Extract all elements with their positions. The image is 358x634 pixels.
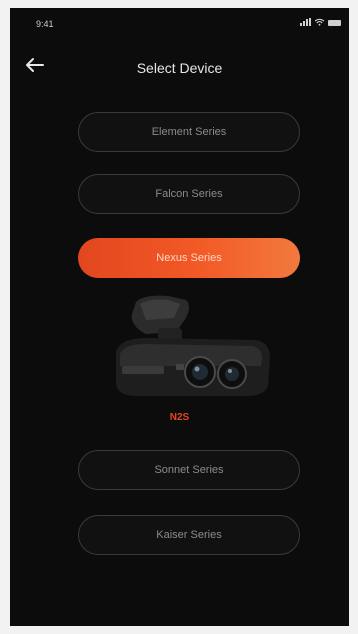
selected-model-label: N2S (169, 412, 190, 423)
series-button-element[interactable]: Element Series (78, 112, 300, 152)
battery-icon (328, 20, 341, 26)
status-icons (300, 18, 341, 26)
wifi-icon (315, 18, 324, 26)
series-button-falcon[interactable]: Falcon Series (78, 174, 300, 214)
status-bar: 9:41 (10, 8, 349, 38)
page-title: Select Device (136, 60, 223, 76)
series-button-nexus[interactable]: Nexus Series (78, 238, 300, 278)
header: Select Device (10, 46, 349, 86)
status-time: 9:41 (36, 19, 54, 29)
series-button-sonnet[interactable]: Sonnet Series (78, 450, 300, 490)
signal-icon (300, 18, 311, 26)
dash-cam-image (116, 295, 270, 396)
app-screen: 9:41 Select Device Element Series Falcon… (10, 8, 349, 626)
series-button-kaiser[interactable]: Kaiser Series (78, 515, 300, 555)
